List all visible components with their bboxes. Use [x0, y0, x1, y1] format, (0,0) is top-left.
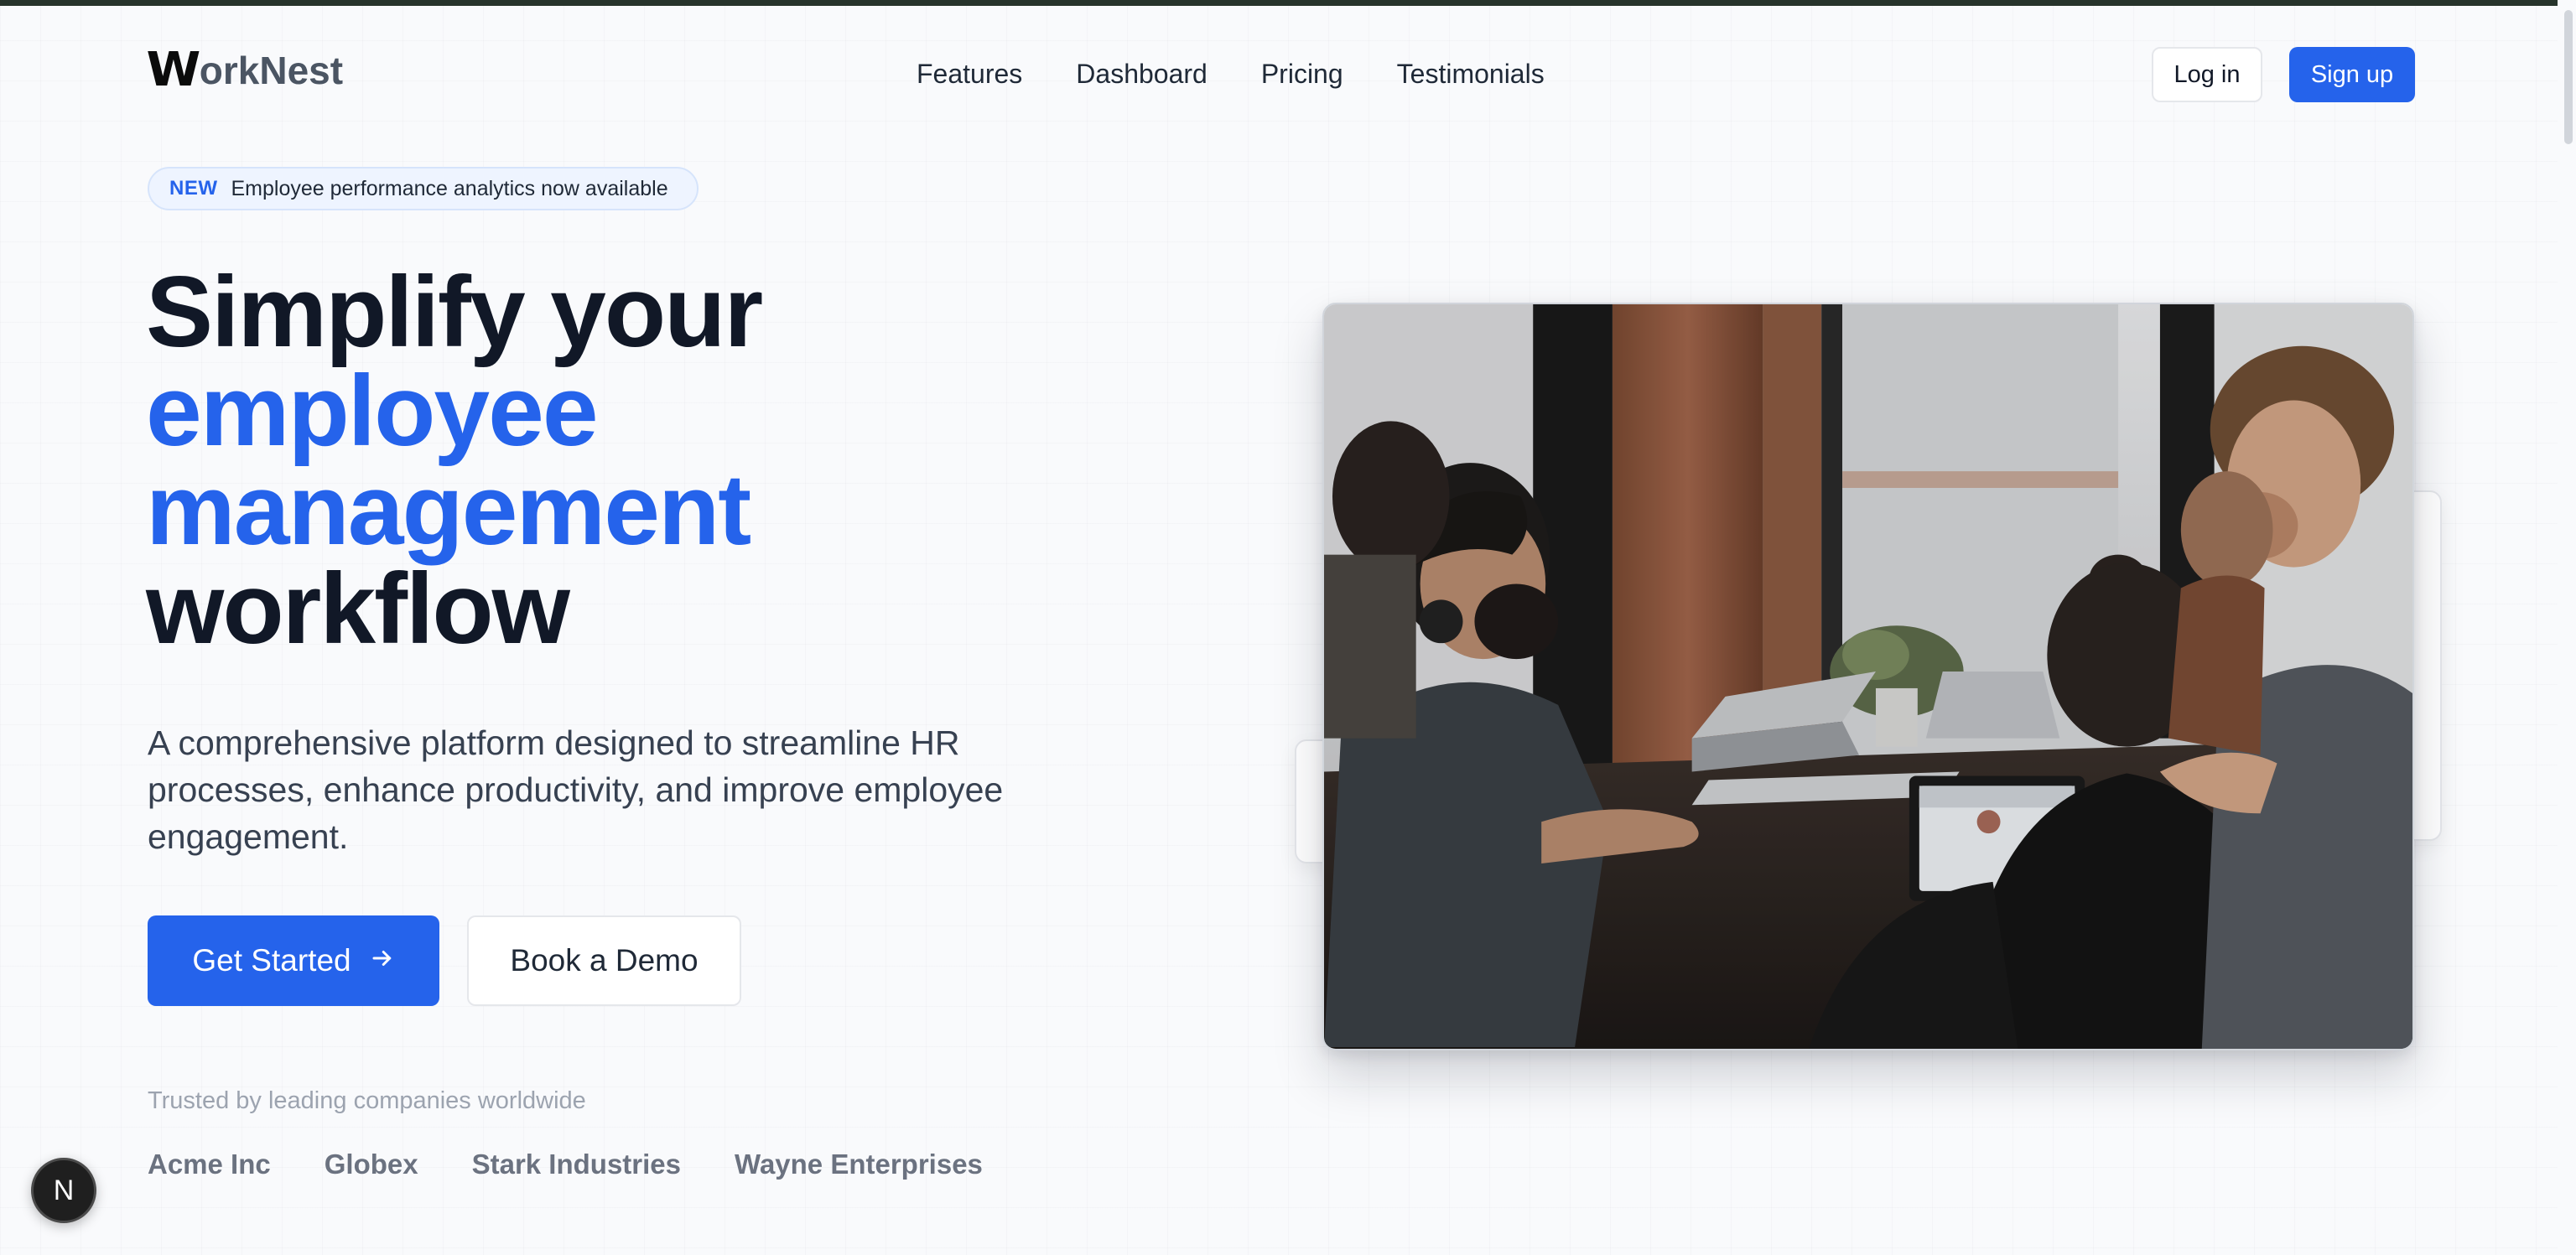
- signup-button[interactable]: Sign up: [2289, 47, 2415, 102]
- logo-mark: W: [146, 43, 201, 97]
- scrollbar-thumb[interactable]: [2564, 10, 2573, 144]
- team-photo-illustration: [1324, 304, 2412, 1049]
- get-started-button[interactable]: Get Started: [148, 915, 439, 1006]
- nav-pricing[interactable]: Pricing: [1261, 59, 1343, 90]
- hero-headline: Simplify your employee management workfl…: [146, 256, 1236, 665]
- nav-dashboard[interactable]: Dashboard: [1076, 59, 1208, 90]
- logo-wordmark: orkNest: [199, 49, 344, 92]
- announcement-badge[interactable]: NEW Employee performance analytics now a…: [148, 167, 699, 210]
- floating-button-label: N: [53, 1174, 75, 1206]
- hero-team-photo: [1322, 303, 2414, 1050]
- company-logos: Acme Inc Globex Stark Industries Wayne E…: [148, 1149, 983, 1180]
- headline-line-2: employee: [146, 355, 599, 467]
- company-logo: Globex: [324, 1149, 418, 1180]
- badge-tag: NEW: [169, 177, 218, 200]
- page-scrollbar[interactable]: [2558, 0, 2576, 1255]
- company-logo: Wayne Enterprises: [735, 1149, 983, 1180]
- nav-testimonials[interactable]: Testimonials: [1397, 59, 1545, 90]
- arrow-right-icon: [370, 943, 395, 978]
- top-accent-bar: [0, 0, 2576, 6]
- hero-subtitle: A comprehensive platform designed to str…: [148, 723, 1004, 856]
- headline-line-4: workflow: [146, 552, 570, 665]
- company-logo: Acme Inc: [148, 1149, 271, 1180]
- badge-text: Employee performance analytics now avail…: [231, 176, 668, 200]
- login-button[interactable]: Log in: [2152, 47, 2262, 102]
- main-nav: Features Dashboard Pricing Testimonials: [917, 50, 1545, 97]
- company-logo: Stark Industries: [471, 1149, 682, 1180]
- headline-line-1: Simplify your: [146, 256, 763, 368]
- trusted-by-label: Trusted by leading companies worldwide: [148, 1087, 586, 1114]
- get-started-label: Get Started: [192, 943, 351, 978]
- logo[interactable]: W orkNest: [146, 43, 344, 97]
- nav-features[interactable]: Features: [917, 59, 1022, 90]
- book-demo-button[interactable]: Book a Demo: [467, 915, 741, 1006]
- floating-assistant-button[interactable]: N: [31, 1158, 96, 1223]
- headline-line-3: management: [146, 454, 751, 566]
